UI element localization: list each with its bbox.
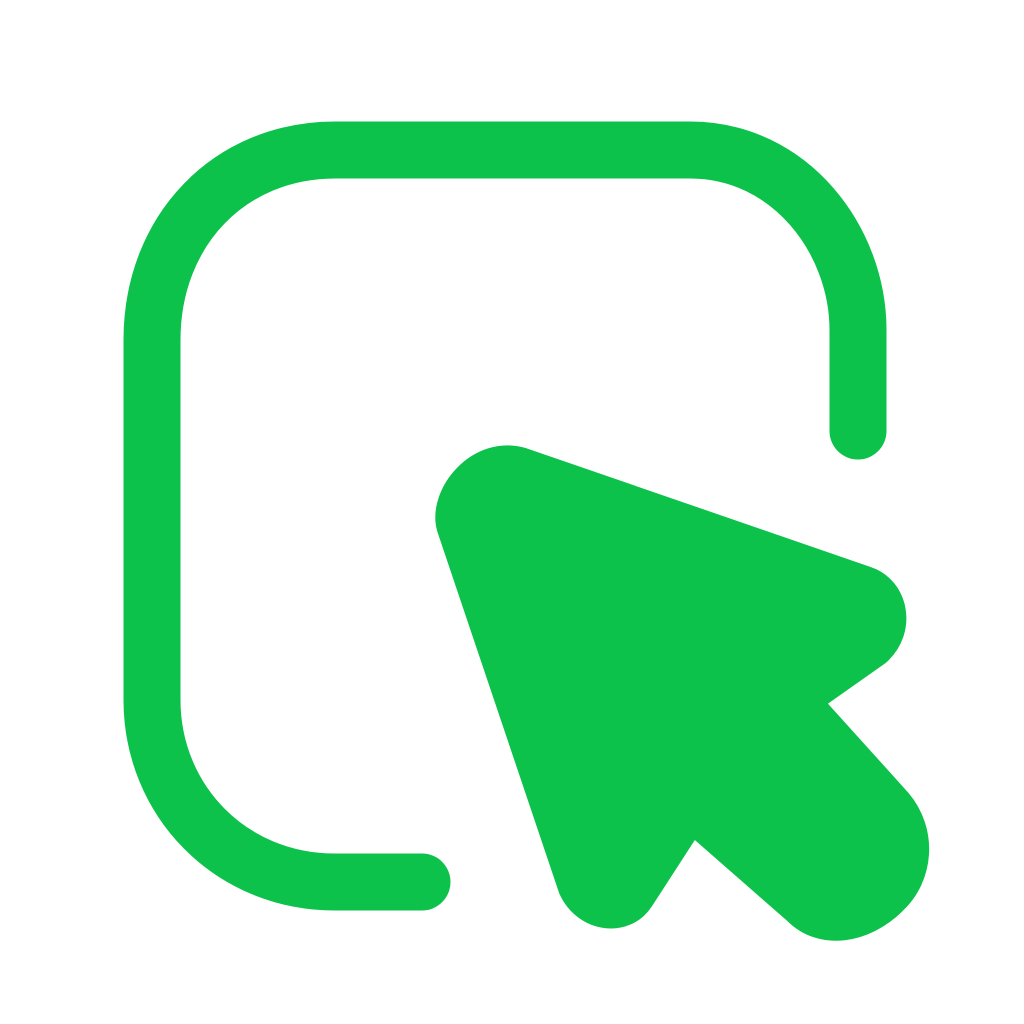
icon-canvas bbox=[0, 0, 1024, 1024]
mouse-pointer-arrow-icon bbox=[435, 445, 929, 941]
select-cursor-icon bbox=[123, 121, 929, 941]
